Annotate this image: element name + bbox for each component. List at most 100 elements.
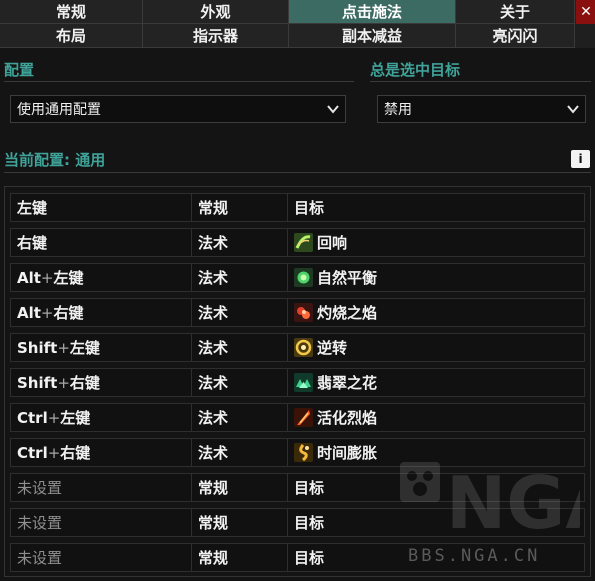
tab-bar: 常规 外观 点击施法 关于 布局 指示器 副本减益 亮闪闪	[0, 0, 575, 48]
nature-balance-icon	[294, 268, 313, 287]
close-button[interactable]: ✕	[575, 0, 595, 24]
tab-layout[interactable]: 布局	[0, 24, 143, 48]
info-button[interactable]: i	[571, 150, 590, 168]
tab-about[interactable]: 关于	[456, 0, 575, 24]
binding-action: 灼烧之焰	[317, 304, 378, 322]
binding-action: 自然平衡	[317, 269, 378, 287]
binding-type: 常规	[198, 199, 229, 217]
binding-key: 未设置	[17, 514, 63, 532]
current-config-divider	[4, 172, 591, 173]
binding-key-cell[interactable]: Alt + 左键	[10, 263, 192, 292]
tab-appearance[interactable]: 外观	[143, 0, 289, 24]
binding-key: 右键	[17, 234, 48, 252]
binding-type-cell[interactable]: 常规	[191, 543, 288, 572]
binding-key-cell[interactable]: 未设置	[10, 473, 192, 502]
chevron-down-icon	[567, 105, 579, 114]
binding-action: 目标	[294, 514, 325, 532]
config-label: 配置	[4, 61, 35, 79]
config-dropdown-value: 使用通用配置	[17, 102, 101, 118]
binding-key-cell[interactable]: 左键	[10, 193, 192, 222]
binding-type-cell[interactable]: 常规	[191, 508, 288, 537]
binding-type: 法术	[198, 269, 229, 287]
binding-action: 活化烈焰	[317, 409, 378, 427]
binding-type-cell[interactable]: 法术	[191, 298, 288, 327]
binding-action: 时间膨胀	[317, 444, 378, 462]
binding-key-cell[interactable]: 未设置	[10, 543, 192, 572]
binding-action-cell[interactable]: 目标	[287, 193, 585, 222]
binding-type-cell[interactable]: 常规	[191, 193, 288, 222]
watermark-url: BBS.NGA.CN	[408, 546, 541, 566]
tab-click-casting[interactable]: 点击施法	[289, 0, 456, 24]
binding-modifier: Alt	[17, 303, 41, 322]
binding-modifier: Alt	[17, 268, 41, 287]
tab-glows[interactable]: 亮闪闪	[456, 24, 575, 48]
table-row[interactable]: Alt + 左键 法术 自然平衡	[10, 263, 585, 292]
tab-bar-filler	[575, 24, 595, 48]
binding-type: 法术	[198, 339, 229, 357]
table-row[interactable]: Shift + 左键 法术 逆转	[10, 333, 585, 362]
table-row[interactable]: Shift + 右键 法术 翡翠之花	[10, 368, 585, 397]
binding-action-cell[interactable]: 灼烧之焰	[287, 298, 585, 327]
binding-type-cell[interactable]: 常规	[191, 473, 288, 502]
binding-type-cell[interactable]: 法术	[191, 228, 288, 257]
plus-sign: +	[40, 268, 54, 287]
binding-type-cell[interactable]: 法术	[191, 263, 288, 292]
emerald-blossom-icon	[294, 373, 313, 392]
table-row[interactable]: 左键 常规 目标	[10, 193, 585, 222]
binding-type-cell[interactable]: 法术	[191, 438, 288, 467]
info-icon: i	[578, 152, 583, 166]
echo-icon	[294, 233, 313, 252]
always-target-dropdown[interactable]: 禁用	[377, 95, 586, 123]
binding-action-cell[interactable]: 自然平衡	[287, 263, 585, 292]
binding-type: 常规	[198, 549, 229, 567]
tab-row-1: 常规 外观 点击施法 关于	[0, 0, 575, 24]
config-divider	[4, 81, 354, 82]
config-dropdown[interactable]: 使用通用配置	[10, 95, 346, 123]
binding-action: 目标	[294, 199, 325, 217]
binding-type: 法术	[198, 409, 229, 427]
binding-key: 右键	[60, 444, 91, 462]
binding-type-cell[interactable]: 法术	[191, 403, 288, 432]
binding-action-cell[interactable]: 回响	[287, 228, 585, 257]
binding-action: 翡翠之花	[317, 374, 378, 392]
time-dilation-icon	[294, 443, 313, 462]
binding-key: 左键	[17, 199, 48, 217]
binding-key-cell[interactable]: Ctrl + 左键	[10, 403, 192, 432]
table-row[interactable]: Alt + 右键 法术 灼烧之焰	[10, 298, 585, 327]
nga-watermark-logo: NGA	[400, 462, 580, 534]
binding-type: 常规	[198, 514, 229, 532]
plus-sign: +	[47, 443, 61, 462]
binding-key: 右键	[53, 304, 84, 322]
binding-key-cell[interactable]: Shift + 右键	[10, 368, 192, 397]
always-target-dropdown-value: 禁用	[384, 102, 412, 118]
binding-type: 常规	[198, 479, 229, 497]
binding-key-cell[interactable]: 右键	[10, 228, 192, 257]
table-row[interactable]: 右键 法术 回响	[10, 228, 585, 257]
binding-type-cell[interactable]: 法术	[191, 368, 288, 397]
reversion-icon	[294, 338, 313, 357]
binding-action-cell[interactable]: 活化烈焰	[287, 403, 585, 432]
chevron-down-icon	[327, 105, 339, 114]
binding-key-cell[interactable]: 未设置	[10, 508, 192, 537]
tab-indicators[interactable]: 指示器	[143, 24, 289, 48]
binding-key-cell[interactable]: Shift + 左键	[10, 333, 192, 362]
table-row[interactable]: Ctrl + 左键 法术 活化烈焰	[10, 403, 585, 432]
tab-raid-debuffs[interactable]: 副本减益	[289, 24, 456, 48]
binding-type-cell[interactable]: 法术	[191, 333, 288, 362]
binding-key: 未设置	[17, 549, 63, 567]
binding-key-cell[interactable]: Ctrl + 右键	[10, 438, 192, 467]
binding-action: 回响	[317, 234, 348, 252]
binding-action: 目标	[294, 549, 325, 567]
close-icon: ✕	[580, 4, 592, 20]
binding-type: 法术	[198, 234, 229, 252]
binding-modifier: Ctrl	[17, 443, 48, 462]
binding-action-cell[interactable]: 逆转	[287, 333, 585, 362]
binding-key: 右键	[69, 374, 100, 392]
binding-key-cell[interactable]: Alt + 右键	[10, 298, 192, 327]
always-target-label: 总是选中目标	[370, 61, 461, 79]
tab-general[interactable]: 常规	[0, 0, 143, 24]
plus-sign: +	[57, 338, 70, 357]
binding-action-cell[interactable]: 翡翠之花	[287, 368, 585, 397]
binding-modifier: Shift	[17, 338, 58, 357]
binding-type: 法术	[198, 444, 229, 462]
